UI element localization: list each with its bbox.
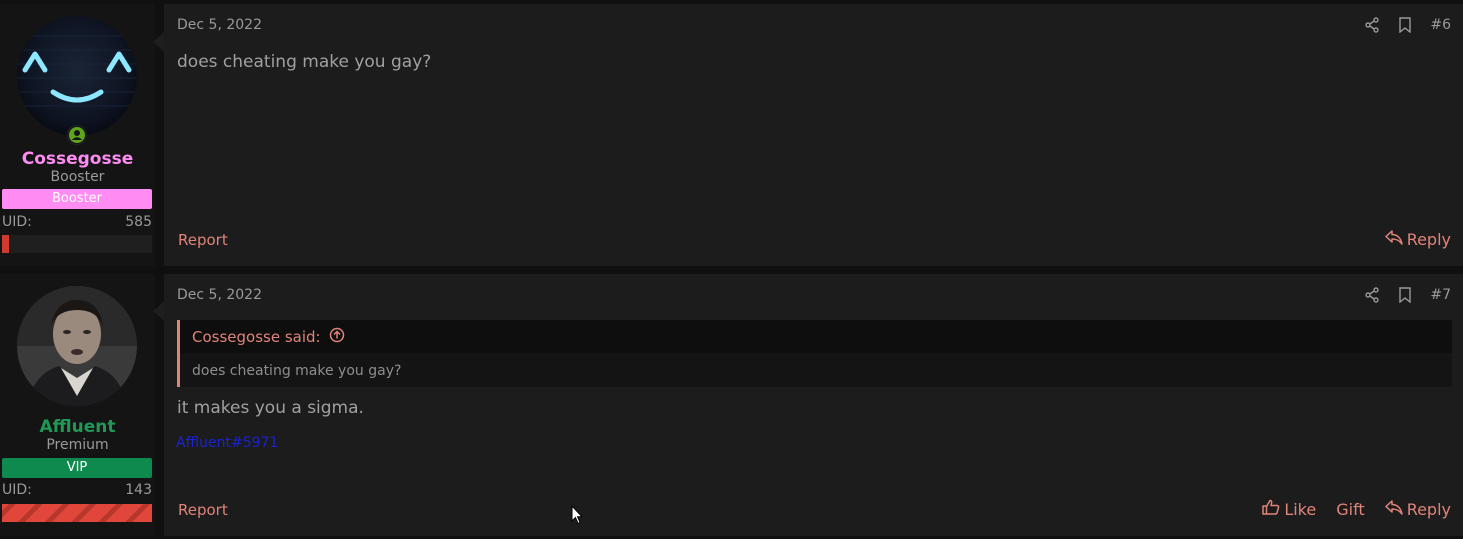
bookmark-icon[interactable] [1398,17,1412,33]
reply-button[interactable]: Reply [1384,229,1451,249]
message-pointer [153,301,164,321]
user-title: Booster [50,169,105,185]
avatar[interactable] [17,286,137,406]
post-header-actions: #6 [1348,16,1451,34]
like-icon [1262,499,1284,519]
like-button[interactable]: Like [1262,499,1316,519]
share-icon[interactable] [1364,287,1380,303]
post-6: Cossegosse Booster Booster UID: 585 Dec … [0,4,1463,266]
post-7: Affluent Premium VIP UID: 143 Dec 5, 202… [0,274,1463,536]
uid-label: UID: [2,214,32,230]
uid-value: 143 [125,482,152,498]
message-body: Dec 5, 2022 #6 does cheating make you ga… [164,4,1463,266]
reply-icon [1384,229,1407,249]
like-label: Like [1284,499,1317,519]
quote-author[interactable]: Cossegosse said: [192,328,321,346]
reputation-bar [2,235,152,253]
reply-label: Reply [1406,229,1451,249]
post-text: does cheating make you gay? [177,52,432,72]
cursor-icon [571,504,584,529]
username[interactable]: Cossegosse [0,149,155,169]
gift-button[interactable]: Gift [1336,500,1364,519]
gift-label: Gift [1336,499,1365,519]
user-banner: VIP [2,458,152,478]
reputation-bar [2,504,152,522]
online-user-icon [67,125,87,145]
uid-value: 585 [125,214,152,230]
quote-header[interactable]: Cossegosse said: [180,320,1452,353]
post-number[interactable]: #6 [1430,17,1451,33]
user-title: Premium [46,437,109,453]
uid-label: UID: [2,482,32,498]
post-header-actions: #7 [1348,286,1451,304]
reply-label: Reply [1406,499,1451,519]
post-footer-actions: Reply [1365,229,1451,249]
post-date[interactable]: Dec 5, 2022 [177,287,262,303]
signature-link[interactable]: Affluent#5971 [176,435,278,451]
message-body: Dec 5, 2022 #7 Cossegosse said: does che… [164,274,1463,536]
reputation-fill [2,504,152,522]
user-banner: Booster [2,189,152,209]
post-date[interactable]: Dec 5, 2022 [177,17,262,33]
report-link[interactable]: Report [178,231,228,249]
username[interactable]: Affluent [0,417,155,437]
post-footer-actions: Like Gift Reply [1242,499,1451,519]
quote-text: does cheating make you gay? [192,363,402,379]
user-sidebar: Affluent Premium VIP UID: 143 [0,274,155,536]
message-pointer [153,32,164,52]
share-icon[interactable] [1364,17,1380,33]
user-sidebar: Cossegosse Booster Booster UID: 585 [0,4,155,266]
post-text: it makes you a sigma. [177,398,364,418]
post-number[interactable]: #7 [1430,287,1451,303]
quote-block: Cossegosse said: does cheating make you … [177,320,1452,387]
reputation-fill [2,235,9,253]
avatar[interactable] [17,16,137,136]
arrow-up-circle-icon[interactable] [321,327,345,347]
reply-button[interactable]: Reply [1384,499,1451,519]
bookmark-icon[interactable] [1398,287,1412,303]
reply-icon [1384,499,1407,519]
report-link[interactable]: Report [178,501,228,519]
